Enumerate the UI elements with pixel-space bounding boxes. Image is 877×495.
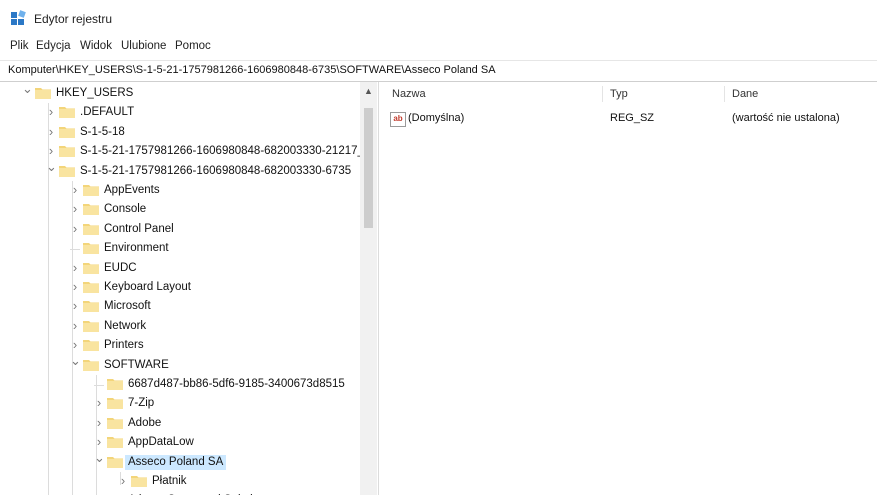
title-bar: Edytor rejestru bbox=[0, 0, 877, 38]
tree-node-label: .DEFAULT bbox=[80, 106, 135, 119]
values-pane[interactable]: Nazwa Typ Dane ab (Domyślna) REG_SZ (war… bbox=[380, 82, 877, 495]
tree-node-label: Environment bbox=[104, 242, 169, 255]
folder-icon bbox=[83, 243, 99, 255]
folder-icon bbox=[59, 165, 75, 177]
value-type: REG_SZ bbox=[610, 112, 655, 124]
tree-node-label: AppEvents bbox=[104, 184, 160, 196]
folder-icon bbox=[107, 379, 123, 390]
folder-icon bbox=[83, 301, 99, 313]
tree-node-label: HKEY_USERS bbox=[56, 87, 134, 99]
folder-icon bbox=[83, 223, 99, 235]
folder-icon bbox=[59, 107, 75, 119]
tree-node-label: Console bbox=[104, 203, 147, 216]
folder-icon bbox=[107, 417, 123, 429]
chevron-right-icon[interactable]: › bbox=[94, 396, 104, 409]
menu-pomoc[interactable]: Pomoc bbox=[175, 40, 211, 52]
tree-node-label: Microsoft bbox=[104, 300, 151, 313]
chevron-right-icon[interactable]: › bbox=[94, 416, 104, 429]
chevron-right-icon[interactable]: › bbox=[70, 261, 80, 274]
menu-edycja[interactable]: Edycja bbox=[36, 40, 71, 52]
window-title: Edytor rejestru bbox=[34, 12, 113, 26]
chevron-right-icon[interactable]: › bbox=[70, 202, 80, 215]
folder-icon bbox=[59, 126, 75, 138]
chevron-right-icon[interactable]: › bbox=[46, 125, 56, 138]
tree-node-label: Control Panel bbox=[104, 222, 174, 235]
tree-pane[interactable]: ⌄ HKEY_USERS › .DEFAULT › S-1-5-18 › S-1-5-21-1… bbox=[0, 82, 379, 495]
column-separator[interactable] bbox=[602, 86, 603, 102]
folder-icon bbox=[131, 476, 147, 487]
column-separator[interactable] bbox=[724, 86, 725, 102]
folder-icon bbox=[107, 398, 123, 410]
folder-icon bbox=[83, 204, 99, 216]
folder-icon bbox=[83, 262, 99, 274]
tree-node-label: Keyboard Layout bbox=[104, 281, 191, 293]
menu-plik[interactable]: Plik bbox=[10, 40, 29, 52]
folder-icon bbox=[107, 437, 123, 449]
tree-leaf-connector bbox=[94, 378, 104, 386]
tree-node-label: S-1-5-21-1757981266-1606980848-682003330… bbox=[80, 145, 368, 158]
folder-icon bbox=[107, 456, 123, 468]
tree-node-label: S-1-5-21-1757981266-1606980848-682003330… bbox=[80, 164, 352, 177]
tree-node-label: Network bbox=[104, 319, 147, 332]
chevron-right-icon[interactable]: › bbox=[70, 280, 80, 293]
tree-node-label: Asseco Poland SA bbox=[125, 454, 227, 470]
scroll-up-arrow-icon[interactable]: ▲ bbox=[360, 84, 377, 98]
folder-icon bbox=[83, 320, 99, 332]
menu-widok[interactable]: Widok bbox=[80, 40, 112, 52]
chevron-down-icon[interactable]: ⌄ bbox=[94, 451, 105, 464]
tree-scrollbar[interactable]: ▲ bbox=[360, 82, 377, 495]
value-name: (Domyślna) bbox=[408, 112, 465, 124]
column-header-type[interactable]: Typ bbox=[610, 88, 628, 100]
chevron-right-icon[interactable]: › bbox=[70, 183, 80, 196]
scroll-thumb[interactable] bbox=[364, 108, 373, 228]
menu-ulubione[interactable]: Ulubione bbox=[121, 40, 166, 52]
folder-icon bbox=[83, 359, 99, 371]
folder-icon bbox=[35, 88, 51, 99]
column-header-data[interactable]: Dane bbox=[732, 88, 758, 100]
string-value-icon: ab bbox=[390, 112, 406, 127]
chevron-down-icon[interactable]: ⌄ bbox=[70, 354, 81, 367]
tree-leaf-connector bbox=[70, 242, 80, 251]
address-path[interactable]: Komputer\HKEY_USERS\S-1-5-21-1757981266-… bbox=[8, 64, 496, 76]
tree-node-label: EUDC bbox=[104, 261, 137, 274]
chevron-right-icon[interactable]: › bbox=[118, 474, 128, 487]
tree-node-label: Adobe bbox=[128, 416, 162, 429]
tree-node-label: SOFTWARE bbox=[104, 358, 169, 371]
chevron-right-icon[interactable]: › bbox=[94, 435, 104, 448]
chevron-right-icon[interactable]: › bbox=[70, 222, 80, 235]
folder-icon bbox=[83, 282, 99, 293]
value-data: (wartość nie ustalona) bbox=[732, 112, 840, 124]
tree-node-label: Płatnik bbox=[152, 475, 187, 487]
chevron-right-icon[interactable]: › bbox=[70, 299, 80, 312]
tree-node-label: 6687d487-bb86-5df6-9185-3400673d8515 bbox=[128, 378, 345, 390]
tree-node-label: Printers bbox=[104, 339, 144, 352]
tree-node-label: AppDataLow bbox=[128, 436, 194, 449]
chevron-right-icon[interactable]: › bbox=[46, 144, 56, 157]
tree-node-label: S-1-5-18 bbox=[80, 125, 125, 138]
tree-node-label: 7-Zip bbox=[128, 397, 155, 410]
chevron-down-icon[interactable]: ⌄ bbox=[46, 160, 57, 173]
chevron-down-icon[interactable]: ⌄ bbox=[22, 82, 33, 95]
folder-icon bbox=[83, 340, 99, 352]
chevron-right-icon[interactable]: › bbox=[70, 319, 80, 332]
column-header-name[interactable]: Nazwa bbox=[392, 88, 426, 100]
chevron-right-icon[interactable]: › bbox=[70, 338, 80, 351]
folder-icon bbox=[59, 146, 75, 158]
address-bar[interactable]: Komputer\HKEY_USERS\S-1-5-21-1757981266-… bbox=[0, 60, 877, 82]
chevron-right-icon[interactable]: › bbox=[46, 105, 56, 118]
menu-bar: Plik Edycja Widok Ulubione Pomoc bbox=[0, 38, 877, 58]
folder-icon bbox=[83, 185, 99, 196]
regedit-icon bbox=[11, 10, 26, 25]
